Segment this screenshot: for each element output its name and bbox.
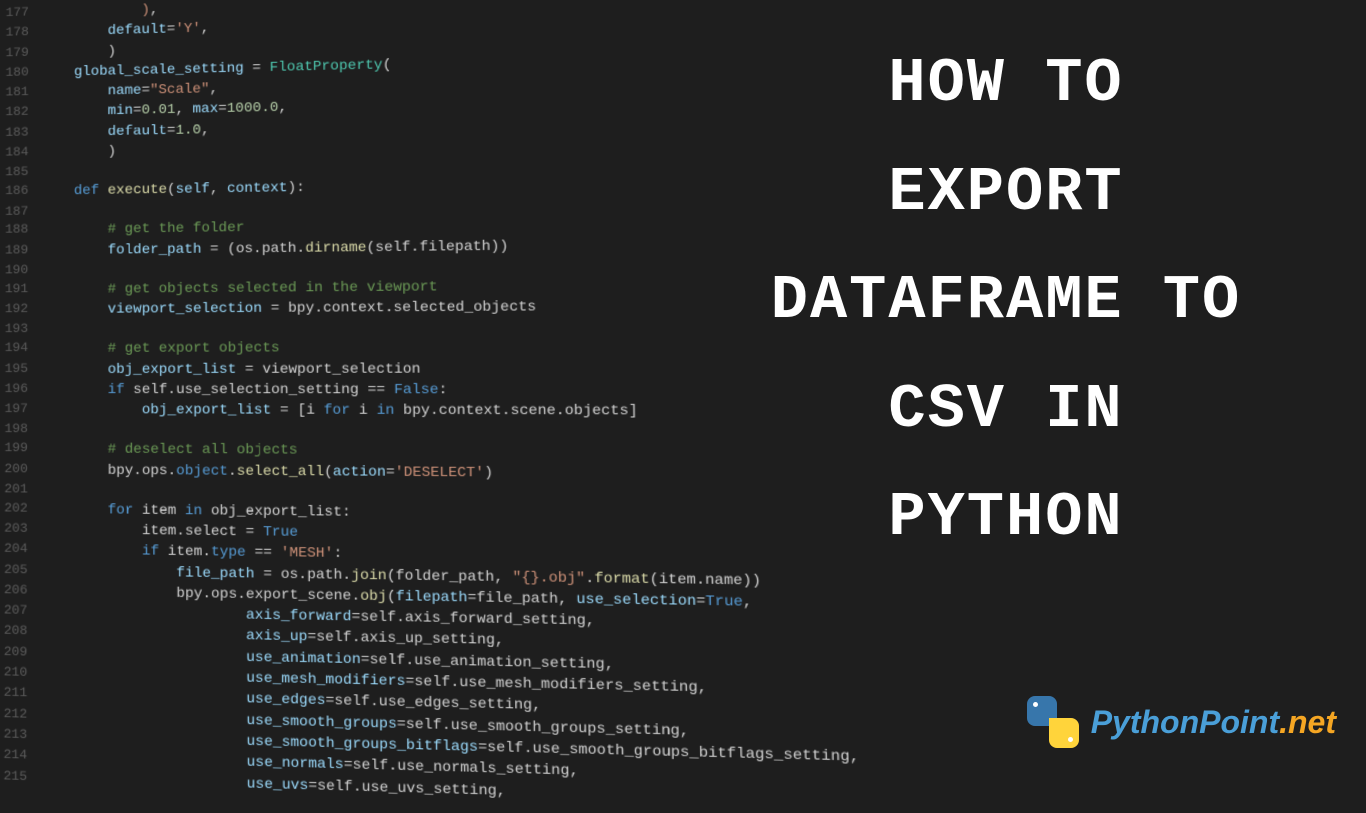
line-number: 204 [0,540,40,561]
line-number: 213 [0,725,39,747]
line-number: 184 [1,143,41,164]
line-number: 192 [0,300,40,320]
code-content: # get export objects [40,338,280,359]
line-number: 215 [0,767,39,789]
line-number: 211 [0,684,39,706]
code-content: if self.use_selection_setting == False: [40,380,448,401]
logo-text: PythonPoint.net [1091,704,1336,741]
line-number: 190 [0,261,40,280]
line-number: 186 [1,182,41,203]
line-number: 198 [0,420,40,439]
logo-main: PythonPoint [1091,704,1279,740]
line-number: 200 [0,460,40,481]
code-line: 194 # get export objects [0,337,734,360]
code-content: def execute(self, context): [40,178,305,202]
line-number: 205 [0,560,40,581]
code-content: default='Y', [41,19,210,43]
line-number: 196 [0,380,40,400]
line-number: 187 [0,202,40,221]
line-number: 201 [0,480,40,499]
code-line: 196 if self.use_selection_setting == Fal… [0,380,735,401]
title-line-5: PYTHON [686,464,1326,573]
code-editor-background: 177 ),178 default='Y',179 )180 global_sc… [0,0,742,793]
line-number: 202 [0,499,40,520]
line-number: 194 [0,339,40,359]
line-number: 203 [0,519,40,540]
code-content: item.select = True [40,520,298,543]
line-number: 214 [0,746,39,768]
title-line-1: HOW TO [686,30,1326,139]
code-content: folder_path = (os.path.dirname(self.file… [40,236,508,261]
line-number: 179 [1,43,41,64]
code-content: ) [40,142,116,163]
line-number: 189 [0,241,40,262]
line-number: 191 [0,280,40,300]
line-number: 207 [0,601,40,622]
code-content: obj_export_list = viewport_selection [40,359,421,380]
logo-suffix: .net [1279,704,1336,740]
article-title: HOW TO EXPORT DATAFRAME TO CSV IN PYTHON [686,30,1326,573]
code-content: # get the folder [40,218,244,241]
title-line-3: DATAFRAME TO [686,247,1326,356]
line-number: 199 [0,439,40,460]
code-content: viewport_selection = bpy.context.selecte… [40,297,536,320]
code-content: ) [41,41,116,63]
python-icon [1025,694,1081,750]
code-content: # deselect all objects [40,439,298,461]
code-content: # get objects selected in the viewport [40,277,437,300]
line-number: 210 [0,663,39,685]
line-number: 206 [0,581,40,602]
line-number: 180 [1,63,41,84]
title-line-4: CSV IN [686,356,1326,465]
line-number: 185 [1,163,41,182]
line-number: 177 [1,3,41,24]
line-number: 209 [0,643,39,664]
line-number: 197 [0,400,40,420]
line-number: 188 [0,221,40,242]
code-content: obj_export_list = [i for i in bpy.contex… [40,400,638,422]
site-logo: PythonPoint.net [1025,694,1336,750]
line-number: 208 [0,622,40,643]
title-line-2: EXPORT [686,139,1326,248]
line-number: 181 [1,83,41,104]
line-number: 195 [0,359,40,379]
code-content: bpy.ops.object.select_all(action='DESELE… [40,460,493,484]
code-line: 193 [0,317,734,339]
line-number: 182 [1,103,41,124]
line-number: 193 [0,320,40,339]
code-line: 195 obj_export_list = viewport_selection [0,358,735,380]
code-line: 197 obj_export_list = [i for i in bpy.co… [0,400,735,422]
line-number: 212 [0,704,39,726]
line-number: 183 [1,123,41,144]
code-content: default=1.0, [40,120,209,143]
line-number: 178 [1,23,41,44]
